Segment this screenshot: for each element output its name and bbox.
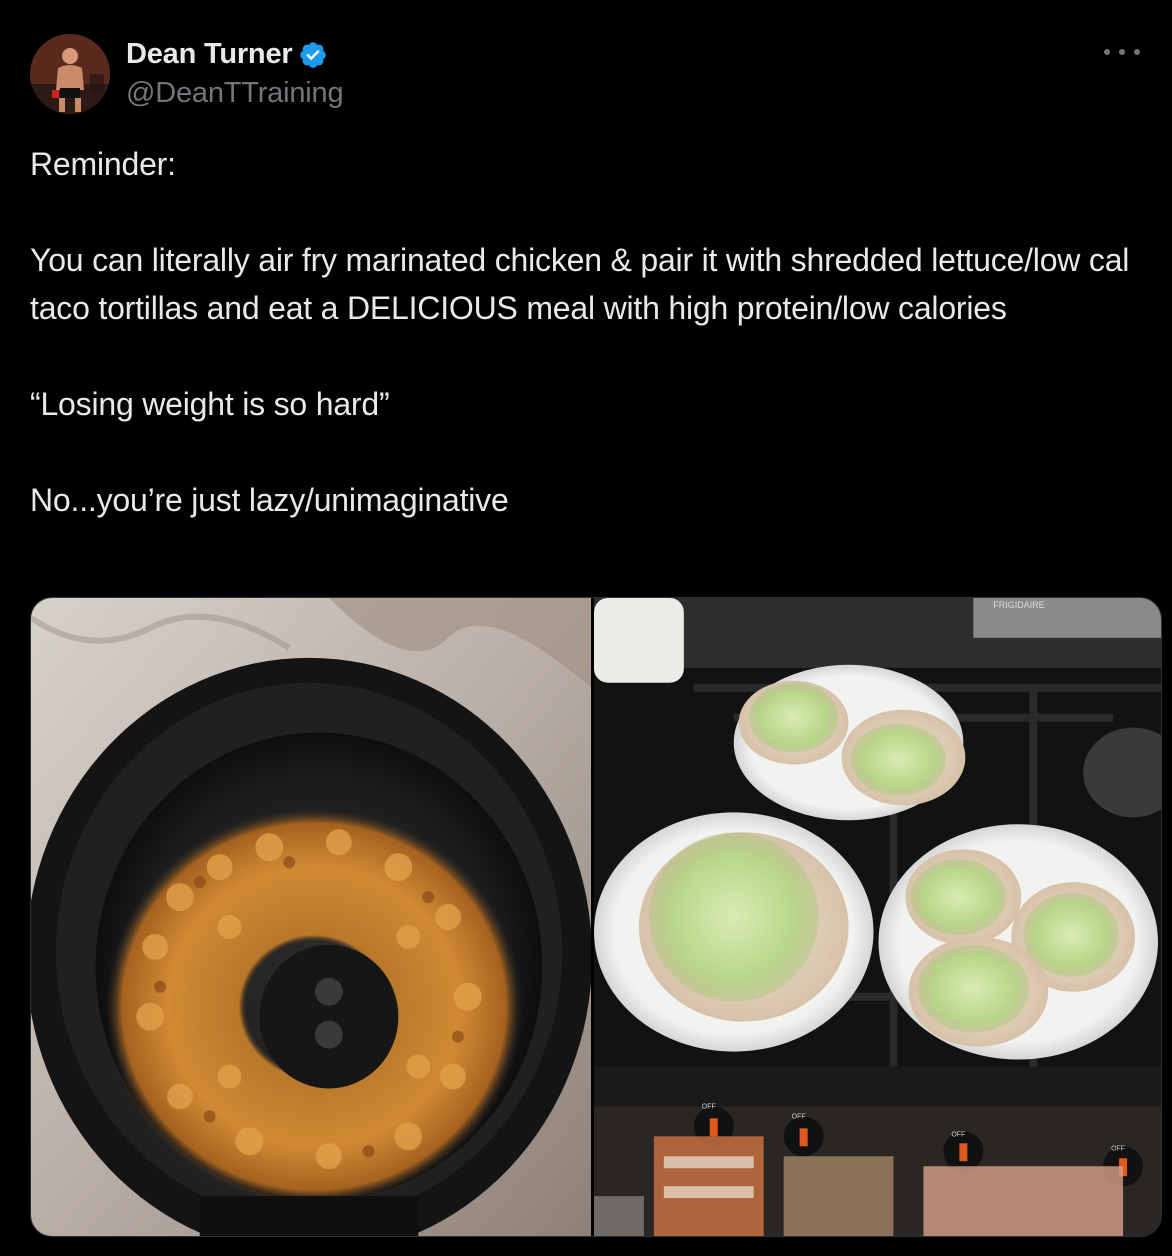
author-handle[interactable]: @DeanTTraining — [126, 77, 344, 110]
tweet-line: “Losing weight is so hard” — [30, 386, 390, 422]
knob-label: OFF — [702, 1103, 716, 1110]
avatar[interactable] — [30, 34, 110, 114]
tweet-media: FRIGIDAIRE OFF OFF OFF OFF — [30, 597, 1162, 1237]
tweet-header: Dean Turner @DeanTTraining — [30, 34, 1140, 116]
more-icon[interactable] — [1104, 40, 1140, 64]
knob-label: OFF — [792, 1113, 806, 1120]
photo-air-fryer-chicken[interactable] — [31, 598, 594, 1236]
tweet-line: Reminder: — [30, 146, 176, 182]
tweet-text: Reminder: You can literally air fry mari… — [30, 140, 1130, 524]
name-row: Dean Turner — [126, 38, 343, 71]
photo-taco-plates[interactable]: FRIGIDAIRE OFF OFF OFF OFF — [594, 598, 1161, 1236]
stove-brand: FRIGIDAIRE — [993, 600, 1044, 610]
tweet-line: No...you’re just lazy/unimaginative — [30, 482, 509, 518]
verified-badge-icon — [300, 41, 327, 68]
knob-label: OFF — [951, 1131, 965, 1138]
tweet-line: You can literally air fry marinated chic… — [30, 242, 1130, 326]
display-name[interactable]: Dean Turner — [126, 38, 293, 71]
tweet: Dean Turner @DeanTTraining Reminder: You… — [0, 0, 1172, 1256]
author-names: Dean Turner @DeanTTraining — [126, 38, 344, 110]
knob-label: OFF — [1111, 1145, 1125, 1152]
